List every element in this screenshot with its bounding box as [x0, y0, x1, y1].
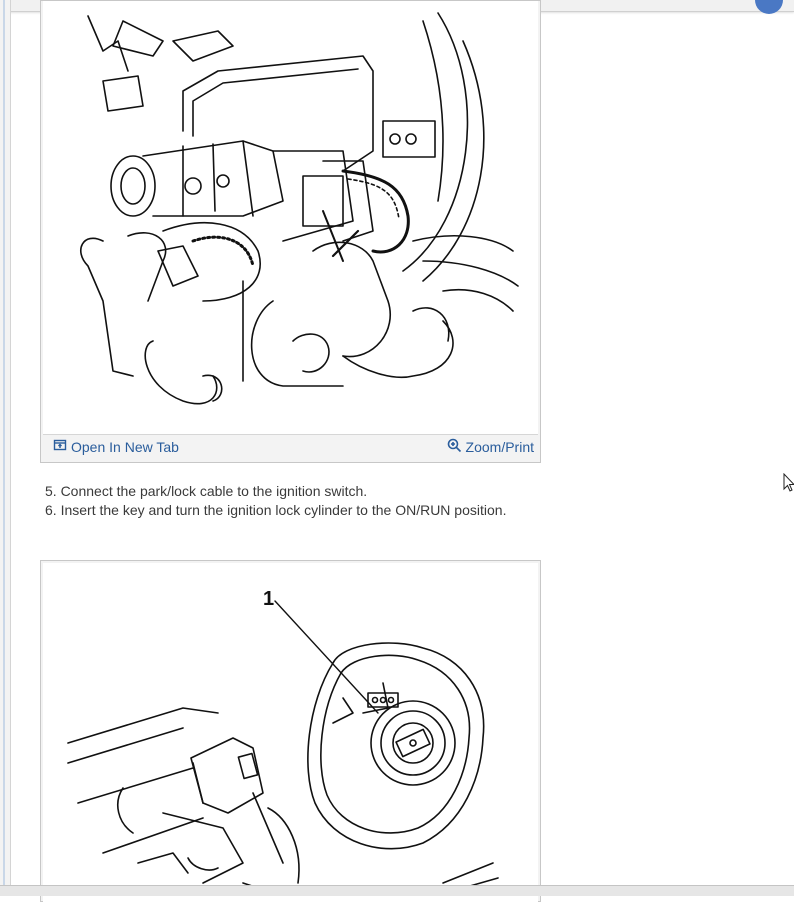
open-in-new-tab-link[interactable]: Open In New Tab — [53, 438, 179, 455]
profile-avatar[interactable] — [755, 0, 783, 14]
procedure-steps: 5. Connect the park/lock cable to the ig… — [45, 482, 506, 520]
callout-number: 1 — [263, 588, 274, 610]
ignition-switch-diagram — [43, 1, 538, 435]
open-in-new-tab-label: Open In New Tab — [71, 438, 179, 455]
magnifier-plus-icon — [447, 438, 462, 456]
zoom-print-label: Zoom/Print — [465, 439, 534, 455]
step-6: 6. Insert the key and turn the ignition … — [45, 502, 507, 518]
mouse-cursor-icon — [783, 472, 794, 498]
step-5: 5. Connect the park/lock cable to the ig… — [45, 483, 368, 499]
open-new-tab-icon — [53, 438, 67, 455]
lock-cylinder-diagram: 1 — [43, 563, 538, 903]
zoom-print-link[interactable]: Zoom/Print — [447, 438, 534, 456]
figure-card-ignition-switch: Open In New Tab Zoom/Print — [40, 0, 541, 463]
bottom-bar — [0, 885, 794, 896]
figure-card-lock-cylinder: 1 — [40, 560, 541, 903]
left-scroll-edge — [0, 0, 11, 895]
